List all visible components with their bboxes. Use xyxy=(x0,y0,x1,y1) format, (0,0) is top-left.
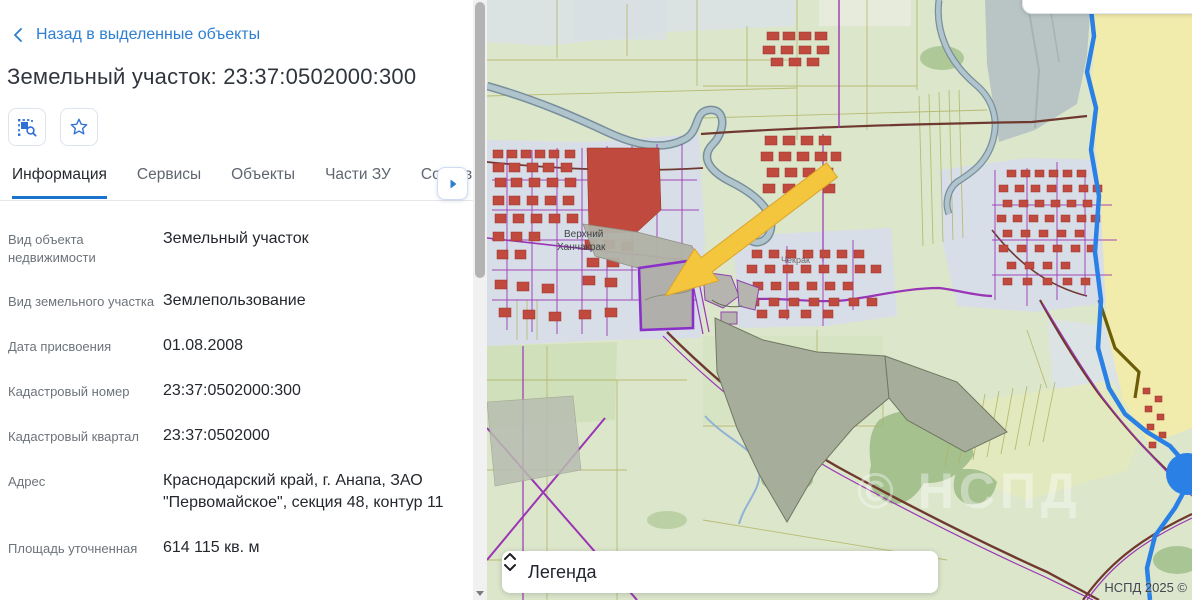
field-value: Землепользование xyxy=(163,290,460,312)
show-on-map-button[interactable] xyxy=(8,108,46,146)
attributes-list: Вид объекта недвижимостиЗемельный участо… xyxy=(8,228,460,582)
field-label: Площадь уточненная xyxy=(8,537,163,559)
field-value: 01.08.2008 xyxy=(163,335,460,357)
settlement-label-2: Чекрак xyxy=(781,255,810,265)
legend-label: Легенда xyxy=(528,562,596,583)
next-tabs-arrow-icon xyxy=(447,178,459,190)
field-value: Краснодарский край, г. Анапа, ЗАО "Перво… xyxy=(163,470,460,514)
back-link[interactable]: Назад в выделенные объекты xyxy=(12,26,260,44)
settlement-label-line2: Ханчакрак xyxy=(557,242,606,253)
nspd-app: Назад в выделенные объекты Земельный уча… xyxy=(0,0,1192,600)
tab-information[interactable]: Информация xyxy=(12,166,107,199)
field-label: Кадастровый номер xyxy=(8,380,163,402)
map-viewport[interactable]: Верхний Ханчакрак Чекрак © НСПД Легенда … xyxy=(487,0,1192,600)
tab-services[interactable]: Сервисы xyxy=(137,166,201,196)
legend-bar[interactable]: Легенда xyxy=(502,551,938,593)
select-area-icon xyxy=(17,117,37,137)
field-label: Адрес xyxy=(8,470,163,514)
field-label: Вид объекта недвижимости xyxy=(8,228,163,267)
field-row: Кадастровый номер23:37:0502000:300 xyxy=(8,380,460,402)
back-chevron-icon xyxy=(12,27,26,43)
collapsed-search-panel[interactable] xyxy=(1022,0,1192,14)
field-row: Дата присвоения01.08.2008 xyxy=(8,335,460,357)
back-link-label: Назад в выделенные объекты xyxy=(36,26,260,44)
map-attribution: НСПД 2025 © xyxy=(1104,580,1187,595)
star-icon xyxy=(68,116,90,138)
scroll-down-icon[interactable] xyxy=(476,591,484,596)
tab-bar: ИнформацияСервисыОбъектыЧасти ЗУСостав Е… xyxy=(0,166,473,202)
field-value: 23:37:0502000:300 xyxy=(163,380,460,402)
field-value: 23:37:0502000 xyxy=(163,425,460,447)
field-row: Вид земельного участкаЗемлепользование xyxy=(8,290,460,312)
field-row: АдресКраснодарский край, г. Анапа, ЗАО "… xyxy=(8,470,460,514)
field-value: Земельный участок xyxy=(163,228,460,267)
tabs-separator xyxy=(0,200,473,201)
tab-objects[interactable]: Объекты xyxy=(231,166,295,196)
settlement-label-line1: Верхний xyxy=(564,229,603,240)
object-info-panel: Назад в выделенные объекты Земельный уча… xyxy=(0,0,473,600)
panel-scrollbar[interactable] xyxy=(473,0,487,600)
field-label: Кадастровый квартал xyxy=(8,425,163,447)
page-title: Земельный участок: 23:37:0502000:300 xyxy=(7,64,416,90)
field-label: Дата присвоения xyxy=(8,335,163,357)
scroll-tabs-button[interactable] xyxy=(437,167,468,200)
favorite-button[interactable] xyxy=(60,108,98,146)
field-value: 614 115 кв. м xyxy=(163,537,460,559)
field-row: Кадастровый квартал23:37:0502000 xyxy=(8,425,460,447)
watermark: © НСПД xyxy=(857,463,1082,519)
cadastral-map-canvas[interactable]: Верхний Ханчакрак Чекрак © НСПД xyxy=(487,0,1192,600)
field-label: Вид земельного участка xyxy=(8,290,163,312)
legend-expand-icon xyxy=(502,551,518,573)
tab-parcel-parts[interactable]: Части ЗУ xyxy=(325,166,391,196)
field-row: Вид объекта недвижимостиЗемельный участо… xyxy=(8,228,460,267)
scrollbar-thumb[interactable] xyxy=(475,2,485,278)
field-row: Площадь уточненная614 115 кв. м xyxy=(8,537,460,559)
